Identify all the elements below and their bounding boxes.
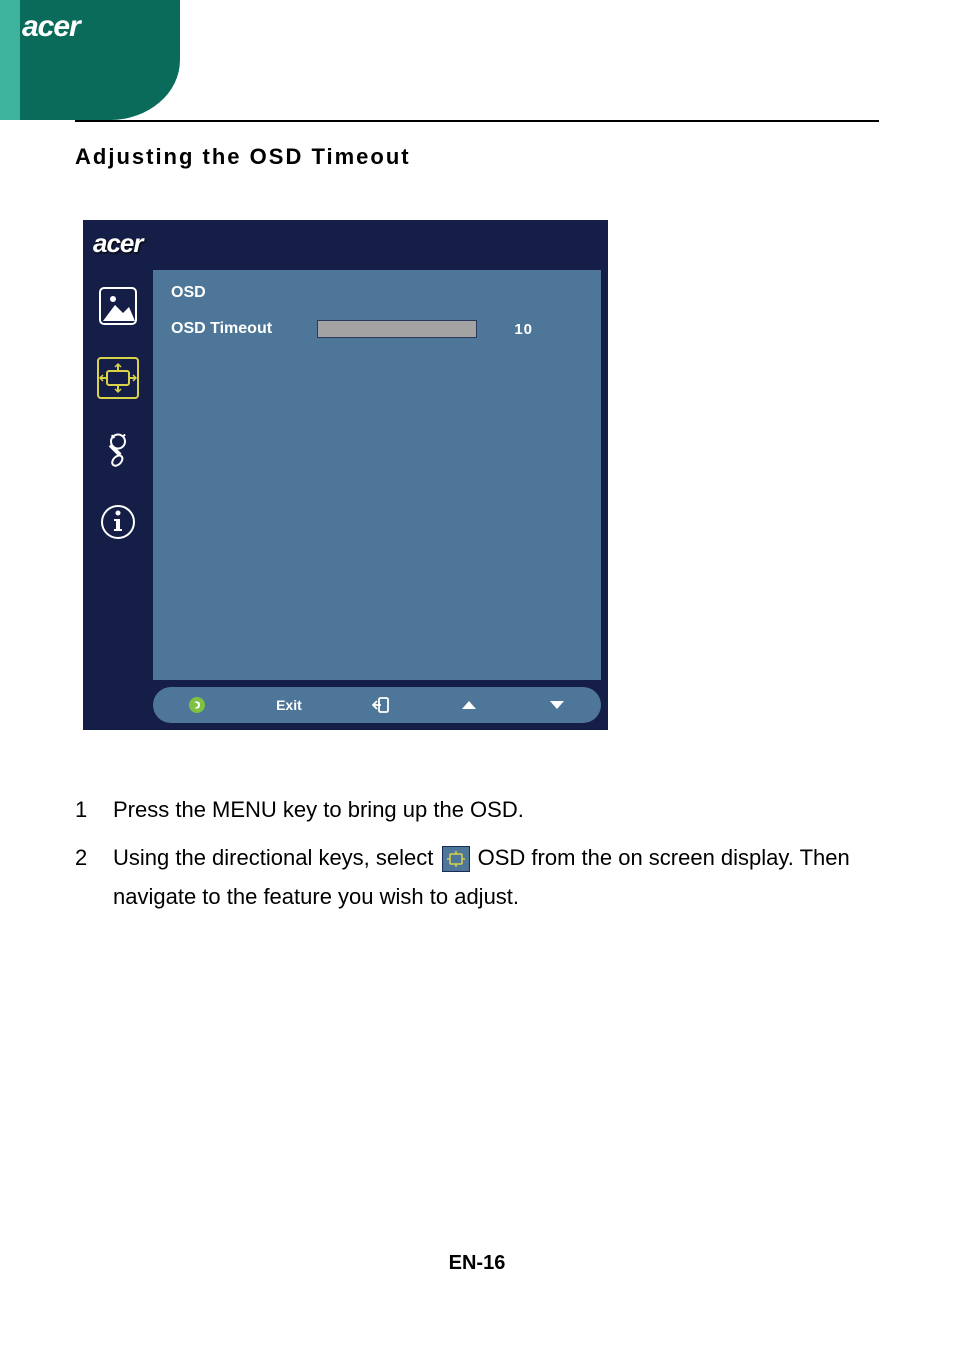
step-text: Press the MENU key to bring up the OSD. [113,790,524,830]
exit-label: Exit [276,697,302,713]
instructions-list: 1 Press the MENU key to bring up the OSD… [75,790,879,917]
instruction-step-1: 1 Press the MENU key to bring up the OSD… [75,790,879,830]
step-text: Using the directional keys, select OSD f… [113,838,879,917]
osd-brand-logo: acer [93,228,143,259]
info-icon [97,501,139,543]
osd-item-label: OSD Timeout [171,320,301,338]
down-arrow-icon [548,696,566,714]
osd-slider-bar [317,320,477,338]
step-number: 2 [75,838,95,917]
page-content: Adjusting the OSD Timeout acer [75,120,879,925]
page-title: Adjusting the OSD Timeout [75,144,879,170]
osd-footer: Exit [153,687,601,723]
horizontal-rule [75,120,879,122]
enter-icon [372,696,390,714]
empower-icon [188,696,206,714]
osd-section-title: OSD [153,270,601,302]
osd-timeout-row: OSD Timeout 10 [153,302,601,338]
osd-item-value: 10 [493,321,533,338]
page-number: EN-16 [0,1252,954,1275]
settings-icon [97,429,139,471]
instruction-step-2: 2 Using the directional keys, select OSD… [75,838,879,917]
picture-icon [97,285,139,327]
osd-icon [97,357,139,399]
step2-part-a: Using the directional keys, select [113,845,440,870]
osd-main-panel: OSD OSD Timeout 10 [153,270,601,680]
header-accent [0,0,20,120]
osd-sidebar [83,270,153,730]
osd-screenshot: acer [83,220,608,730]
step-number: 1 [75,790,95,830]
osd-inline-icon [442,846,470,872]
brand-logo: acer [22,10,80,44]
up-arrow-icon [460,696,478,714]
